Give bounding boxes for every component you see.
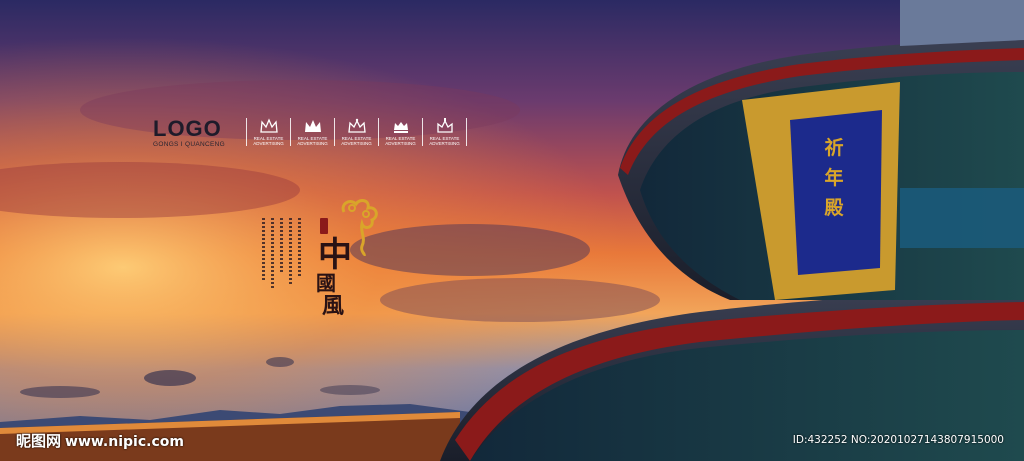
badge: REAL ESTATE ADVERTISING bbox=[290, 118, 334, 146]
badge-text: REAL ESTATE ADVERTISING bbox=[253, 136, 284, 146]
crown-icon bbox=[259, 118, 278, 133]
badge: REAL ESTATE ADVERTISING bbox=[378, 118, 422, 146]
badge-text: REAL ESTATE ADVERTISING bbox=[297, 136, 328, 146]
crown-icon bbox=[304, 120, 321, 132]
calligraphy-char: 風 bbox=[322, 293, 345, 319]
plaque-char: 殿 bbox=[824, 197, 844, 219]
calligraphy-char: 國 bbox=[316, 271, 336, 295]
crown-icon bbox=[347, 118, 366, 133]
scene: LOGO GONGS I QUANCENG REAL ESTATE ADVERTI… bbox=[0, 0, 1024, 461]
logo-subtitle: GONGS I QUANCENG bbox=[153, 141, 225, 148]
badge-text: REAL ESTATE ADVERTISING bbox=[429, 136, 460, 146]
temple-plaque: 祈 年 殿 bbox=[822, 133, 846, 223]
plaque-char: 祈 bbox=[824, 137, 844, 159]
plaque-char: 年 bbox=[824, 167, 844, 189]
crown-icon bbox=[436, 118, 453, 133]
calligraphy-char: 中 bbox=[318, 235, 352, 275]
logo-title: LOGO bbox=[153, 116, 222, 141]
watermark-site: 昵图网 www.nipic.com bbox=[16, 430, 184, 451]
badge-text: REAL ESTATE ADVERTISING bbox=[341, 136, 372, 146]
watermark-site-name: 昵图网 bbox=[16, 432, 62, 450]
badge: REAL ESTATE ADVERTISING bbox=[246, 118, 290, 146]
badge: REAL ESTATE ADVERTISING bbox=[334, 118, 378, 146]
logo: LOGO GONGS I QUANCENG bbox=[153, 116, 225, 149]
badge: REAL ESTATE ADVERTISING bbox=[422, 118, 467, 146]
seal-stamp bbox=[320, 218, 328, 234]
watermark-id: ID:432252 NO:20201027143807915000 bbox=[792, 434, 1004, 446]
calligraphy-title: 中 國 風 bbox=[316, 235, 352, 319]
vertical-text-columns bbox=[262, 218, 301, 288]
badge-row: REAL ESTATE ADVERTISING REAL ESTATE ADVERT… bbox=[246, 118, 467, 146]
badge-text: REAL ESTATE ADVERTISING bbox=[385, 136, 416, 146]
watermark-url: www.nipic.com bbox=[65, 434, 184, 450]
background-image bbox=[0, 0, 1024, 461]
crown-icon bbox=[393, 122, 408, 133]
